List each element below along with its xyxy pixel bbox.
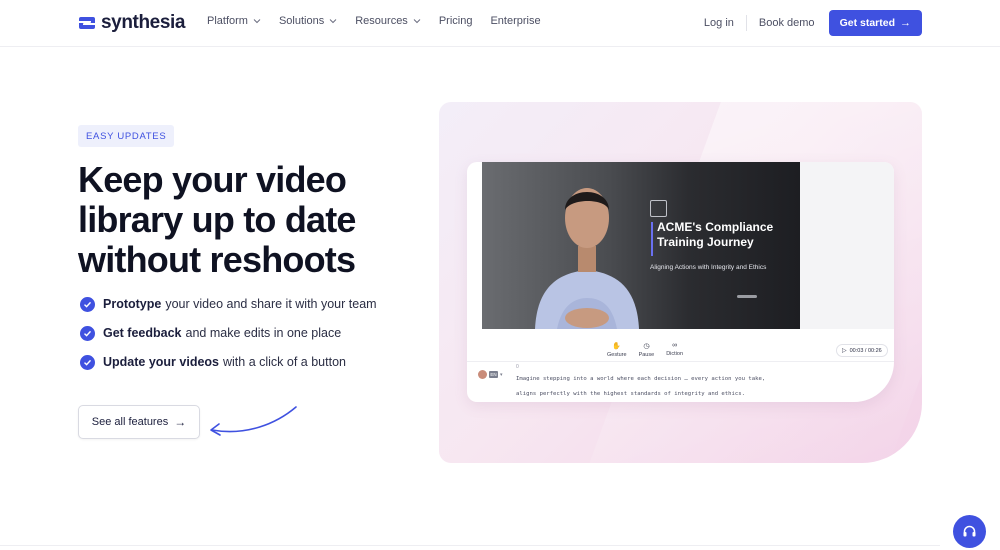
nav-resources-label: Resources bbox=[355, 15, 408, 27]
nav-resources[interactable]: Resources bbox=[355, 15, 421, 27]
chevron-down-icon bbox=[413, 19, 421, 24]
video-title: ACME's Compliance Training Journey bbox=[657, 220, 774, 249]
get-started-label: Get started bbox=[839, 17, 895, 29]
feature-bold-text: Update your videos bbox=[103, 355, 219, 369]
nav-pricing-label: Pricing bbox=[438, 15, 473, 27]
nav-platform-label: Platform bbox=[207, 15, 248, 27]
main-nav: Platform Solutions Resources Pricing Ent… bbox=[207, 15, 559, 27]
logo-text: synthesia bbox=[101, 12, 186, 33]
video-preview[interactable]: ACME's Compliance Training Journey Align… bbox=[482, 162, 800, 329]
login-link[interactable]: Log in bbox=[704, 17, 734, 29]
avatar[interactable] bbox=[478, 370, 487, 379]
feature-item: Prototype your video and share it with y… bbox=[80, 296, 377, 312]
tool-gesture-label: Gesture bbox=[607, 352, 627, 358]
nav-enterprise-label: Enterprise bbox=[490, 15, 541, 27]
tool-pause[interactable]: ◷ Pause bbox=[639, 342, 655, 358]
get-started-button[interactable]: Get started → bbox=[828, 10, 922, 36]
mask-icon: ∞ bbox=[672, 342, 678, 349]
chevron-down-icon bbox=[329, 19, 337, 24]
synthesia-logo[interactable]: synthesia bbox=[78, 12, 185, 34]
title-accent-bar bbox=[651, 222, 653, 256]
playback-time[interactable]: ▷ 00:03 / 00:26 bbox=[836, 344, 888, 357]
tool-pause-label: Pause bbox=[638, 352, 655, 358]
header-actions: Log in Book demo Get started → bbox=[704, 10, 922, 36]
check-circle-icon bbox=[80, 325, 95, 341]
support-chat-button[interactable] bbox=[953, 515, 986, 548]
section-divider bbox=[0, 545, 940, 546]
hero-headline: Keep your video library up to date witho… bbox=[78, 159, 356, 280]
feature-bold-text: Prototype bbox=[103, 297, 162, 311]
headset-icon bbox=[963, 525, 976, 537]
hand-icon: ✋ bbox=[612, 343, 622, 350]
feature-text: with a click of a button bbox=[223, 355, 346, 369]
avatar-presenter-image bbox=[535, 188, 639, 329]
play-icon: ▷ bbox=[842, 348, 847, 354]
logo-mark-icon bbox=[79, 17, 95, 29]
feature-item: Update your videos with a click of a but… bbox=[80, 354, 377, 370]
clock-icon: ◷ bbox=[643, 343, 650, 350]
editor-divider bbox=[467, 361, 894, 362]
chevron-down-icon[interactable]: ▾ bbox=[500, 372, 503, 378]
feature-list: Prototype your video and share it with y… bbox=[80, 296, 377, 383]
nav-platform[interactable]: Platform bbox=[207, 15, 261, 27]
section-badge: EASY UPDATES bbox=[78, 125, 175, 147]
nav-enterprise[interactable]: Enterprise bbox=[490, 15, 540, 27]
logo-badge-icon bbox=[650, 200, 667, 217]
script-line: aligns perfectly with the highest standa… bbox=[516, 391, 746, 397]
header-divider bbox=[745, 15, 747, 31]
time-label: 00:03 / 00:26 bbox=[849, 347, 882, 354]
chevron-down-icon bbox=[253, 19, 261, 24]
ceiling-light bbox=[737, 295, 757, 298]
feature-text: and make edits in one place bbox=[185, 326, 342, 340]
nav-solutions-label: Solutions bbox=[278, 15, 325, 27]
feature-bold-text: Get feedback bbox=[103, 326, 182, 340]
feature-item: Get feedback and make edits in one place bbox=[80, 325, 377, 341]
script-index: 0 bbox=[516, 364, 519, 370]
site-header: synthesia Platform Solutions Resources P… bbox=[0, 0, 1000, 47]
feature-text: your video and share it with your team bbox=[165, 297, 377, 311]
nav-pricing[interactable]: Pricing bbox=[439, 15, 473, 27]
tool-diction[interactable]: ∞ Diction bbox=[666, 342, 683, 358]
see-all-features-label: See all features bbox=[91, 416, 169, 428]
check-circle-icon bbox=[80, 354, 95, 370]
book-demo-link[interactable]: Book demo bbox=[759, 17, 815, 29]
script-line: Imagine stepping into a world where each… bbox=[516, 376, 766, 382]
video-subtitle: Aligning Actions with Integrity and Ethi… bbox=[650, 264, 767, 271]
language-badge[interactable]: EN bbox=[489, 371, 498, 378]
video-editor-card: ACME's Compliance Training Journey Align… bbox=[467, 162, 894, 402]
arrow-right-icon: → bbox=[900, 17, 911, 29]
tool-diction-label: Diction bbox=[666, 351, 683, 357]
check-circle-icon bbox=[80, 296, 95, 312]
editor-toolbar: ✋ Gesture ◷ Pause ∞ Diction bbox=[607, 342, 683, 358]
curved-arrow-icon bbox=[210, 406, 297, 436]
video-side-area bbox=[800, 162, 894, 329]
tool-gesture[interactable]: ✋ Gesture bbox=[607, 342, 627, 358]
script-text[interactable]: Imagine stepping into a world where each… bbox=[516, 372, 786, 402]
nav-solutions[interactable]: Solutions bbox=[279, 15, 337, 27]
see-all-features-button[interactable]: See all features → bbox=[78, 405, 200, 439]
arrow-right-icon: → bbox=[174, 415, 187, 429]
